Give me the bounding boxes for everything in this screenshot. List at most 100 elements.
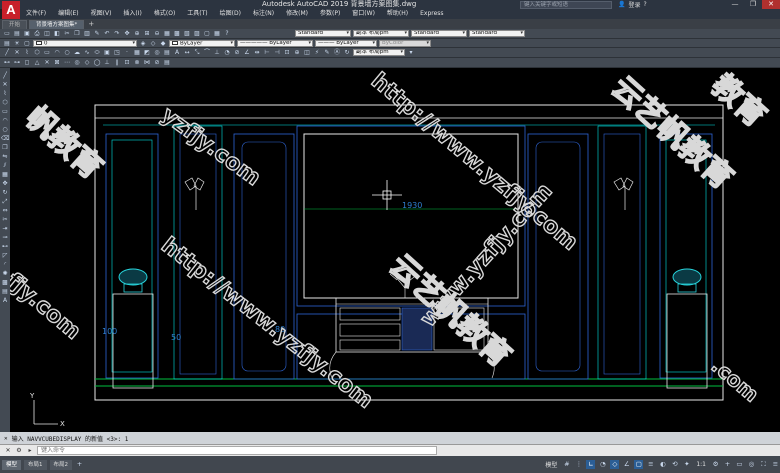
- arc-icon[interactable]: ◠: [53, 49, 61, 56]
- menu-parametric[interactable]: 参数(P): [314, 9, 346, 19]
- dim-style-select[interactable]: 副本 布局pm: [353, 30, 409, 37]
- lineweight-icon[interactable]: ≡: [646, 460, 655, 469]
- left-table-icon[interactable]: ▤: [1, 288, 9, 295]
- command-history-close-icon[interactable]: ✕: [4, 435, 8, 442]
- help-toolbar-icon[interactable]: ?: [223, 30, 231, 37]
- left-erase-icon[interactable]: ⌫: [1, 135, 9, 142]
- make-current-layer-icon[interactable]: ◈: [139, 40, 147, 47]
- table-icon[interactable]: ▤: [163, 49, 171, 56]
- jogged-icon[interactable]: ⚡: [313, 49, 321, 56]
- snap-midpoint-icon[interactable]: △: [33, 59, 41, 66]
- tool-palette-icon[interactable]: ▧: [183, 30, 191, 37]
- inspection-icon[interactable]: ◫: [303, 49, 311, 56]
- new-tab-button[interactable]: +: [86, 20, 96, 29]
- menu-edit[interactable]: 编辑(E): [52, 9, 84, 19]
- command-input[interactable]: 键入命令: [37, 446, 437, 455]
- left-scale-icon[interactable]: ⤢: [1, 198, 9, 205]
- ordinate-icon[interactable]: ⊥: [213, 49, 221, 56]
- snap-intersection-icon[interactable]: ✕: [43, 59, 51, 66]
- ellipse-icon[interactable]: ⬭: [93, 49, 101, 56]
- line-icon[interactable]: ╱: [3, 49, 11, 56]
- redo-icon[interactable]: ↷: [113, 30, 121, 37]
- markup-icon[interactable]: ▢: [203, 30, 211, 37]
- left-mirror-icon[interactable]: ⇋: [1, 153, 9, 160]
- search-input[interactable]: 键入关键字或短语: [520, 1, 612, 9]
- transparency-icon[interactable]: ◐: [658, 460, 667, 469]
- snap-apparent-icon[interactable]: ⊠: [53, 59, 61, 66]
- restore-button[interactable]: ❐: [744, 0, 762, 9]
- customization-menu-icon[interactable]: ≡: [771, 460, 780, 469]
- annotation-visibility-icon[interactable]: ✦: [682, 460, 691, 469]
- properties-icon[interactable]: ▦: [163, 30, 171, 37]
- zoom-window-icon[interactable]: ⊞: [143, 30, 151, 37]
- circle-icon[interactable]: ○: [63, 49, 71, 56]
- construction-line-icon[interactable]: ✕: [13, 49, 21, 56]
- layer-lock-icon[interactable]: ▢: [23, 40, 31, 47]
- left-extend-icon[interactable]: ⇥: [1, 225, 9, 232]
- tab-start[interactable]: 开始: [2, 20, 28, 29]
- add-layout-icon[interactable]: +: [75, 460, 84, 469]
- units-icon[interactable]: ▭: [735, 460, 744, 469]
- selection-cycling-icon[interactable]: ⟲: [670, 460, 679, 469]
- layer-state-icon[interactable]: ◆: [159, 40, 167, 47]
- tab-model[interactable]: 模型: [2, 459, 22, 470]
- command-close-icon[interactable]: ✕: [4, 447, 12, 455]
- dim-style-select-2[interactable]: 副本 布局pm: [353, 49, 405, 56]
- sheet-set-icon[interactable]: ▨: [193, 30, 201, 37]
- snap-endpoint-icon[interactable]: ◻: [23, 59, 31, 66]
- gradient-icon[interactable]: ◩: [143, 49, 151, 56]
- menu-file[interactable]: 文件(F): [20, 9, 52, 19]
- grid-icon[interactable]: #: [562, 460, 571, 469]
- temp-track-icon[interactable]: ⊷: [3, 59, 11, 66]
- help-icon[interactable]: ?: [644, 1, 647, 8]
- osnap-settings-icon[interactable]: ▤: [163, 59, 171, 66]
- dim-update-icon[interactable]: ↻: [343, 49, 351, 56]
- menu-view[interactable]: 视图(V): [85, 9, 118, 19]
- left-polygon-icon[interactable]: ⬡: [1, 99, 9, 106]
- snap-parallel-icon[interactable]: ∥: [113, 59, 121, 66]
- pan-icon[interactable]: ✥: [123, 30, 131, 37]
- snap-tangent-icon[interactable]: ◯: [93, 59, 101, 66]
- layer-select[interactable]: 0: [33, 39, 137, 47]
- baseline-icon[interactable]: ⊢: [263, 49, 271, 56]
- save-icon[interactable]: ▣: [23, 30, 31, 37]
- menu-help[interactable]: 帮助(H): [381, 9, 414, 19]
- clean-screen-icon[interactable]: ⛶: [759, 460, 768, 469]
- polyline-icon[interactable]: ⌇: [23, 49, 31, 56]
- copy-icon[interactable]: ❐: [73, 30, 81, 37]
- left-stretch-icon[interactable]: ⇔: [1, 207, 9, 214]
- osnap-icon[interactable]: ▢: [634, 460, 644, 469]
- snap-center-icon[interactable]: ◎: [73, 59, 81, 66]
- make-block-icon[interactable]: ◳: [113, 49, 121, 56]
- autocad-logo-icon[interactable]: A: [2, 1, 20, 19]
- left-fillet-icon[interactable]: ◜: [1, 261, 9, 268]
- snap-node-icon[interactable]: ⊗: [133, 59, 141, 66]
- layer-on-icon[interactable]: ☀: [13, 40, 21, 47]
- dim-text-edit-icon[interactable]: Ⓐ: [333, 49, 341, 56]
- left-arc-icon[interactable]: ◠: [1, 117, 9, 124]
- multileader-style-select[interactable]: Standard: [469, 30, 525, 37]
- match-properties-icon[interactable]: ✎: [93, 30, 101, 37]
- paste-icon[interactable]: ▥: [83, 30, 91, 37]
- angular-icon[interactable]: ∠: [243, 49, 251, 56]
- minimize-button[interactable]: —: [726, 0, 744, 9]
- print-preview-icon[interactable]: ◫: [43, 30, 51, 37]
- menu-tools[interactable]: 工具(T): [181, 9, 213, 19]
- zoom-realtime-icon[interactable]: ⊕: [133, 30, 141, 37]
- snap-extension-icon[interactable]: ⋯: [63, 59, 71, 66]
- left-copy-icon[interactable]: ❐: [1, 144, 9, 151]
- command-recent-icon[interactable]: ▸: [26, 447, 34, 455]
- continue-icon[interactable]: ⊣: [273, 49, 281, 56]
- quick-dimension-icon[interactable]: ⇹: [253, 49, 261, 56]
- menu-window[interactable]: 窗口(W): [346, 9, 381, 19]
- left-rotate-icon[interactable]: ↻: [1, 189, 9, 196]
- print-icon[interactable]: ⎙: [33, 30, 41, 37]
- snap-nearest-icon[interactable]: ⋈: [143, 59, 151, 66]
- left-text-icon[interactable]: A: [1, 297, 9, 304]
- annotation-scale[interactable]: 1:1: [694, 461, 708, 468]
- center-mark-icon[interactable]: ⊕: [293, 49, 301, 56]
- linear-dimension-icon[interactable]: ↔: [183, 49, 191, 56]
- dim-style-manager-icon[interactable]: ▾: [407, 49, 415, 56]
- tab-drawing-file[interactable]: 背景墙方案图集*: [29, 20, 85, 29]
- model-space-label[interactable]: 模型: [543, 460, 559, 469]
